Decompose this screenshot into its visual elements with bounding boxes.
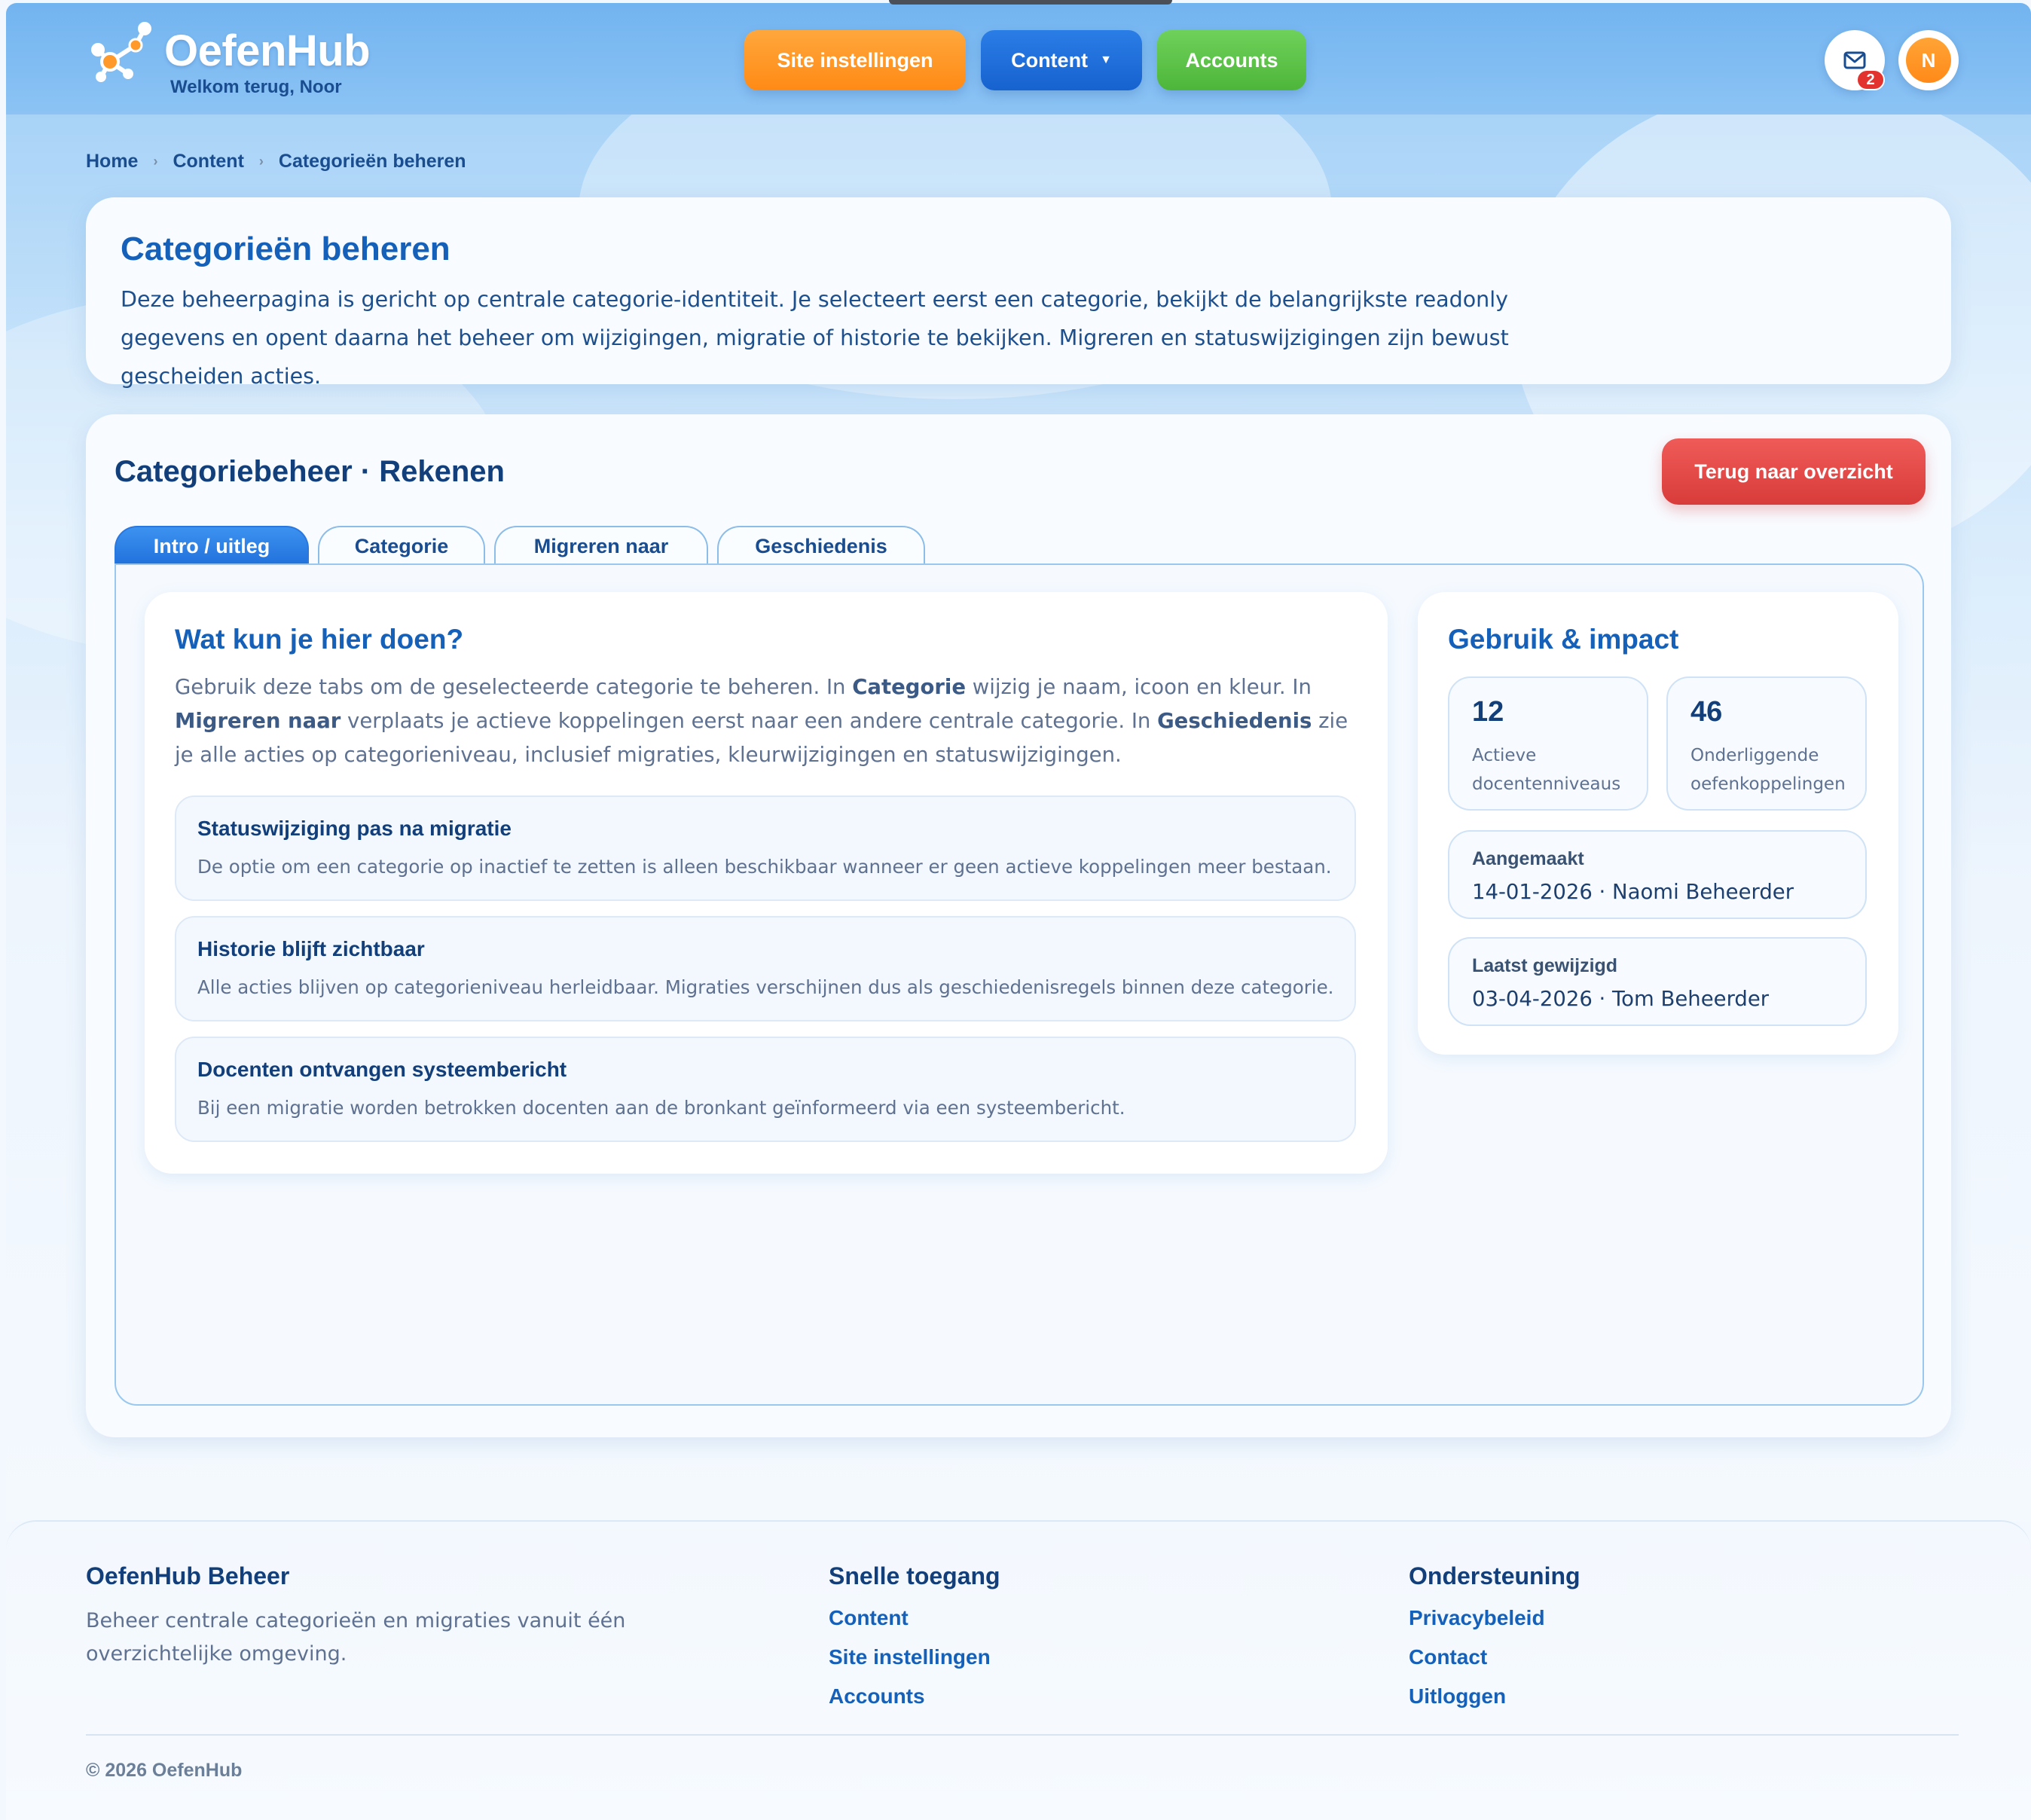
nav-content-button[interactable]: Content ▼ [981,30,1142,90]
stat-label: Actieve docentenniveaus [1472,746,1621,794]
tab-panel: Wat kun je hier doen? Gebruik deze tabs … [115,563,1924,1406]
chevron-down-icon: ▼ [1100,53,1112,66]
intro-card: Categorieën beheren Deze beheerpagina is… [86,197,1951,389]
modified-label: Laatst gewijzigd [1472,955,1618,976]
info-box-text: Alle acties blijven op categorieniveau h… [197,976,1334,998]
usage-impact-card: Gebruik & impact 12 Actieve docentennive… [1418,592,1898,1055]
nav-site-settings-button[interactable]: Site instellingen [744,30,966,90]
stat-exercise-links: 46 Onderliggende oefenkoppelingen [1666,676,1867,811]
footer-link-contact[interactable]: Contact [1409,1645,1487,1669]
info-box: Docenten ontvangen systeembericht Bij ee… [175,1037,1356,1142]
tab-migrate[interactable]: Migreren naar [494,526,708,565]
chevron-right-icon: › [258,154,264,169]
tab-history[interactable]: Geschiedenis [717,526,925,565]
stat-label: Onderliggende oefenkoppelingen [1690,746,1846,794]
page-footer: OefenHub Beheer Beheer centrale categori… [6,1520,2031,1820]
category-title: Categoriebeheer · Rekenen [115,455,505,488]
nav-accounts-button[interactable]: Accounts [1157,30,1306,90]
nav-site-settings-label: Site instellingen [777,48,933,72]
top-header: OefenHub Welkom terug, Noor Site instell… [6,3,2031,115]
breadcrumb-content[interactable]: Content [173,151,243,173]
footer-brand-title: OefenHub Beheer [86,1562,290,1589]
avatar-initial: N [1906,38,1951,83]
info-box-title: Docenten ontvangen systeembericht [197,1058,567,1081]
tab-category[interactable]: Categorie [318,526,485,565]
category-management-card: Categoriebeheer · Rekenen Terug naar ove… [86,414,1951,1437]
page-title: Categorieën beheren [121,231,450,267]
modified-value: 03-04-2026 · Tom Beheerder [1472,987,1770,1011]
info-box-title: Statuswijziging pas na migratie [197,817,512,840]
breadcrumb-home[interactable]: Home [86,151,138,173]
footer-link-privacy[interactable]: Privacybeleid [1409,1606,1545,1630]
created-label: Aangemaakt [1472,848,1584,869]
nav-content-label: Content [1011,48,1089,72]
molecule-logo-icon[interactable] [87,20,170,87]
info-box: Statuswijziging pas na migratie De optie… [175,795,1356,901]
info-box-title: Historie blijft zichtbaar [197,937,425,960]
footer-support-title: Ondersteuning [1409,1562,1581,1589]
footer-quick-access-title: Snelle toegang [829,1562,1000,1589]
breadcrumb-current: Categorieën beheren [278,151,466,172]
info-box: Historie blijft zichtbaar Alle acties bl… [175,916,1356,1021]
stat-value: 46 [1690,696,1723,728]
unread-count-badge: 2 [1856,69,1885,90]
welcome-text: Welkom terug, Noor [170,77,342,97]
info-box-text: De optie om een categorie op inactief te… [197,856,1332,878]
footer-link-site-settings[interactable]: Site instellingen [829,1645,991,1669]
breadcrumb: Home › Content › Categorieën beheren [86,151,466,173]
info-box-text: Bij een migratie worden betrokken docent… [197,1097,1125,1119]
created-info: Aangemaakt 14-01-2026 · Naomi Beheerder [1448,830,1867,919]
footer-link-accounts[interactable]: Accounts [829,1684,925,1709]
nav-accounts-label: Accounts [1185,48,1278,72]
stat-active-teacher-levels: 12 Actieve docentenniveaus [1448,676,1648,811]
tab-intro[interactable]: Intro / uitleg [115,526,309,565]
back-to-overview-button[interactable]: Terug naar overzicht [1662,438,1926,505]
stat-value: 12 [1472,696,1504,728]
created-value: 14-01-2026 · Naomi Beheerder [1472,880,1794,904]
explanation-card: Wat kun je hier doen? Gebruik deze tabs … [145,592,1388,1174]
explanation-title: Wat kun je hier doen? [175,624,464,655]
explanation-text: Gebruik deze tabs om de geselecteerde ca… [175,675,1348,767]
footer-description: Beheer centrale categorieën en migraties… [86,1609,626,1666]
user-avatar[interactable]: N [1898,30,1959,90]
footer-divider [86,1734,1959,1736]
copyright: © 2026 OefenHub [86,1760,243,1781]
modified-info: Laatst gewijzigd 03-04-2026 · Tom Beheer… [1448,937,1867,1026]
footer-link-logout[interactable]: Uitloggen [1409,1684,1506,1709]
brand-name[interactable]: OefenHub [164,26,371,76]
window-notch [889,0,1172,5]
page-description: Deze beheerpagina is gericht op centrale… [121,287,1509,389]
chevron-right-icon: › [153,154,158,169]
mail-icon [1843,51,1866,69]
usage-impact-title: Gebruik & impact [1448,624,1679,655]
footer-link-content[interactable]: Content [829,1606,909,1630]
